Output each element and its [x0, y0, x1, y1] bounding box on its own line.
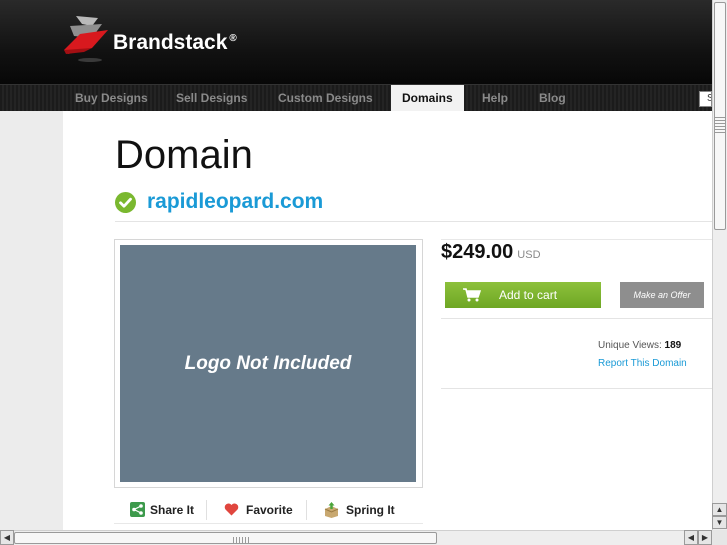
add-to-cart-button[interactable]: Add to cart [445, 282, 601, 308]
search-input[interactable]: S [699, 91, 712, 107]
divider [115, 221, 712, 222]
main-nav: Buy Designs Sell Designs Custom Designs … [0, 84, 712, 112]
verified-check-icon [115, 191, 136, 213]
brand-name: Brandstack ® [113, 31, 237, 54]
share-it-label: Share It [150, 502, 195, 517]
scroll-down-arrow-icon[interactable]: ▼ [712, 516, 727, 529]
heart-icon [224, 503, 239, 516]
unique-views: Unique Views: 189 [598, 340, 681, 351]
add-to-cart-label: Add to cart [499, 288, 558, 302]
scroll-left-arrow-icon[interactable]: ◀ [0, 530, 14, 545]
unique-views-label: Unique Views: [598, 340, 662, 351]
price: $249.00 USD [441, 241, 541, 264]
spring-it-button[interactable]: Spring It [323, 501, 395, 518]
divider [441, 239, 712, 240]
logo-placeholder: Logo Not Included [120, 245, 416, 482]
scroll-grip-icon [715, 117, 725, 133]
unique-views-count: 189 [664, 340, 682, 351]
nav-buy-designs[interactable]: Buy Designs [75, 85, 148, 112]
cart-icon [463, 288, 481, 302]
scroll-right-arrow-icon[interactable]: ▶ [698, 530, 712, 545]
brandstack-logo-icon [64, 16, 108, 62]
nav-help[interactable]: Help [482, 85, 508, 112]
page-title: Domain [115, 133, 253, 177]
vertical-scrollbar[interactable] [712, 0, 727, 530]
horizontal-scrollbar[interactable] [0, 530, 712, 545]
nav-sell-designs[interactable]: Sell Designs [176, 85, 247, 112]
nav-custom-designs[interactable]: Custom Designs [278, 85, 373, 112]
box-arrow-icon [324, 502, 339, 518]
domain-heading: rapidleopard.com [115, 188, 323, 216]
price-value: $249.00 [441, 241, 514, 263]
divider [441, 318, 712, 319]
price-currency: USD [517, 249, 541, 261]
divider [441, 388, 712, 389]
logo-placeholder-text: Logo Not Included [184, 352, 352, 374]
report-domain-link[interactable]: Report This Domain [598, 358, 687, 369]
scrollbar-corner [712, 530, 727, 545]
horizontal-scroll-thumb[interactable] [14, 532, 437, 544]
separator [206, 499, 207, 520]
separator [306, 499, 307, 520]
logo-preview-frame: Logo Not Included [114, 239, 423, 488]
scroll-up-arrow-icon[interactable]: ▲ [712, 503, 727, 516]
domain-name: rapidleopard.com [147, 190, 324, 213]
favorite-button[interactable]: Favorite [224, 503, 306, 517]
share-it-button[interactable]: Share It [130, 502, 206, 517]
nav-domains[interactable]: Domains [391, 85, 464, 112]
scroll-grip-icon [233, 537, 249, 543]
vertical-scroll-thumb[interactable] [714, 2, 726, 230]
favorite-label: Favorite [246, 502, 293, 517]
spring-it-label: Spring It [346, 502, 395, 517]
nav-blog[interactable]: Blog [539, 85, 566, 112]
brand-logo[interactable]: Brandstack ® [62, 14, 247, 66]
scroll-left-arrow-icon[interactable]: ◀ [684, 530, 698, 545]
make-offer-button[interactable]: Make an Offer [620, 282, 704, 308]
share-toolbar: Share It Favorite Spring It [114, 496, 423, 524]
site-header: Brandstack ® [0, 0, 712, 84]
share-icon [130, 502, 145, 517]
